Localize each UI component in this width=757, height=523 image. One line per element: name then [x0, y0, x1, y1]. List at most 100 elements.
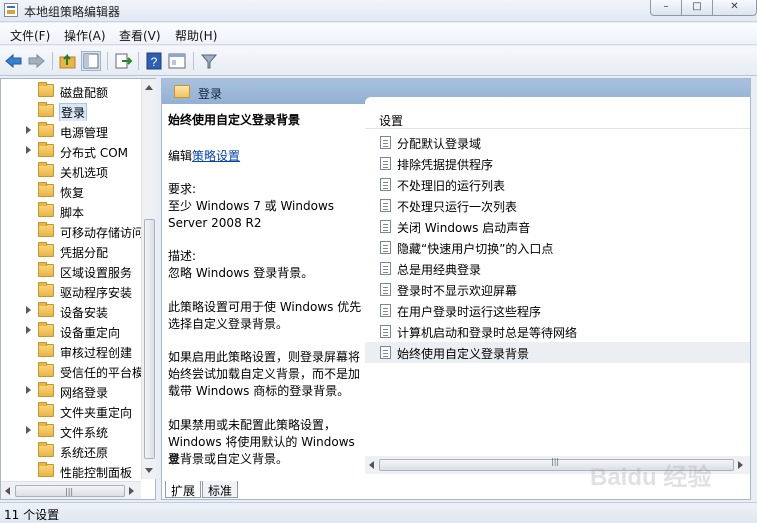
policy-setting-icon [380, 241, 391, 254]
tree-item-label: 审核过程创建 [60, 346, 133, 360]
setting-label: 隐藏“快速用户切换”的入口点 [397, 242, 554, 256]
tree-item[interactable]: 登录 [1, 101, 141, 121]
tree-item[interactable]: 设备安装 [1, 301, 141, 321]
tree-item[interactable]: 区域设置服务 [1, 261, 141, 281]
tab-extended[interactable]: 扩展 [165, 481, 202, 498]
filter-icon[interactable] [199, 51, 219, 71]
setting-row[interactable]: 不处理旧的运行列表 [365, 174, 750, 195]
setting-row[interactable]: 始终使用自定义登录背景 [365, 342, 750, 363]
menu-file[interactable]: 文件(F) [10, 27, 50, 44]
list-horizontal-scrollbar[interactable]: ||| [365, 456, 750, 474]
tree-horizontal-scrollbar[interactable]: ||| [1, 481, 141, 499]
forward-icon[interactable] [26, 51, 46, 71]
tree-item[interactable]: 分布式 COM [1, 141, 141, 161]
menu-help[interactable]: 帮助(H) [175, 27, 217, 44]
description-panel: 始终使用自定义登录背景 编辑策略设置 要求: 至少 Windows 7 或 Wi… [162, 104, 365, 474]
tree-item[interactable]: 凭据分配 [1, 241, 141, 261]
folder-icon [38, 442, 54, 457]
policy-setting-icon [380, 262, 391, 275]
expand-arrow-icon[interactable] [26, 146, 31, 154]
close-button[interactable]: ✕ [712, 0, 757, 16]
folder-icon [38, 202, 54, 217]
folder-icon [38, 122, 54, 137]
folder-icon [38, 162, 54, 177]
tree-item[interactable]: 关机选项 [1, 161, 141, 181]
setting-row[interactable]: 登录时不显示欢迎屏幕 [365, 279, 750, 300]
description-paragraph: 载带 Windows 商标的登录背景。 [168, 384, 350, 398]
description-paragraph: 如果启用此策略设置，则登录屏幕将 [168, 350, 361, 364]
folder-icon [38, 342, 54, 357]
title-bar: 本地组策略编辑器 – □ ✕ [0, 0, 757, 22]
export-list-icon[interactable] [113, 51, 133, 71]
help-icon[interactable]: ? [144, 51, 164, 71]
window: 本地组策略编辑器 – □ ✕ 文件(F) 操作(A) 查看(V) 帮助(H) ? [0, 0, 757, 522]
setting-row[interactable]: 计算机启动和登录时总是等待网络 [365, 321, 750, 342]
folder-icon [38, 182, 54, 197]
tree-item-label: 电源管理 [60, 126, 109, 140]
policy-setting-icon [380, 220, 391, 233]
policy-setting-icon [380, 136, 391, 149]
tree-item[interactable]: 受信任的平台模 [1, 361, 141, 381]
description-paragraph: 此策略设置可用于使 Windows 优先 [168, 300, 362, 314]
tree-item[interactable]: 可移动存储访问 [1, 221, 141, 241]
properties-icon[interactable] [167, 51, 187, 71]
tree-vertical-scrollbar[interactable] [141, 79, 156, 479]
setting-row[interactable]: 排除凭据提供程序 [365, 153, 750, 174]
details-pane: 登录 始终使用自定义登录背景 编辑策略设置 要求: 至少 Windows 7 或… [161, 78, 751, 500]
requirements-line: Server 2008 R2 [168, 216, 262, 230]
setting-row[interactable]: 不处理只运行一次列表 [365, 195, 750, 216]
back-icon[interactable] [4, 51, 24, 71]
setting-row[interactable]: 总是用经典登录 [365, 258, 750, 279]
description-paragraph: 录背景或自定义背景。 [168, 452, 289, 466]
scroll-down-icon[interactable] [145, 468, 153, 473]
tree-item[interactable]: 驱动程序安装 [1, 281, 141, 301]
scroll-up-icon[interactable] [145, 85, 153, 90]
expand-arrow-icon[interactable] [26, 306, 31, 314]
tree-item[interactable]: 审核过程创建 [1, 341, 141, 361]
expand-arrow-icon[interactable] [26, 386, 31, 394]
scroll-right-icon[interactable] [129, 487, 134, 495]
column-header-settings[interactable]: 设置 [365, 107, 750, 129]
minimize-button[interactable]: – [650, 0, 682, 16]
scroll-thumb[interactable] [144, 219, 155, 459]
tree-item[interactable]: 网络登录 [1, 381, 141, 401]
setting-row[interactable]: 在用户登录时运行这些程序 [365, 300, 750, 321]
policy-setting-icon [380, 199, 391, 212]
tree-item[interactable]: 设备重定向 [1, 321, 141, 341]
tree-item[interactable]: 文件系统 [1, 421, 141, 441]
tree-item[interactable]: 系统还原 [1, 441, 141, 461]
tree-item-label: 网络登录 [60, 386, 109, 400]
tree-item[interactable]: 文件夹重定向 [1, 401, 141, 421]
setting-row[interactable]: 分配默认登录域 [365, 132, 750, 153]
show-hide-tree-icon[interactable] [81, 51, 101, 71]
tree-pane[interactable]: 磁盘配额 登录电源管理 分布式 COM 关机选项 恢复 脚本 可移动存储访问 凭据分配 区域设置… [0, 78, 156, 500]
setting-label: 在用户登录时运行这些程序 [397, 305, 542, 319]
tab-standard[interactable]: 标准 [202, 481, 239, 498]
scroll-left-icon[interactable] [369, 461, 374, 469]
folder-icon [38, 402, 54, 417]
setting-label: 不处理只运行一次列表 [397, 200, 518, 214]
menu-action[interactable]: 操作(A) [64, 27, 106, 44]
edit-policy-link[interactable]: 策略设置 [192, 149, 240, 163]
up-folder-icon[interactable] [58, 51, 78, 71]
expand-arrow-icon[interactable] [26, 426, 31, 434]
setting-row[interactable]: 关闭 Windows 启动声音 [365, 216, 750, 237]
folder-icon [38, 422, 54, 437]
maximize-button[interactable]: □ [681, 0, 713, 16]
expand-arrow-icon[interactable] [26, 326, 31, 334]
requirements-label: 要求: [168, 182, 197, 196]
menu-view[interactable]: 查看(V) [119, 27, 161, 44]
tree-item-label: 设备重定向 [60, 326, 121, 340]
tree-item[interactable]: 电源管理 [1, 121, 141, 141]
setting-row[interactable]: 隐藏“快速用户切换”的入口点 [365, 237, 750, 258]
tree-item[interactable]: 磁盘配额 [1, 81, 141, 101]
tree-item[interactable]: 脚本 [1, 201, 141, 221]
expand-arrow-icon[interactable] [26, 126, 31, 134]
scroll-right-icon[interactable] [738, 461, 743, 469]
settings-list: 设置 分配默认登录域 排除凭据提供程序 不处理旧的运行列表不处理只运行一次列表关闭 … [365, 97, 750, 474]
scroll-left-icon[interactable] [5, 487, 10, 495]
tree-item[interactable]: 性能控制面板 [1, 461, 141, 481]
folder-icon [174, 85, 190, 98]
toolbar: ? [0, 46, 757, 76]
tree-item[interactable]: 恢复 [1, 181, 141, 201]
